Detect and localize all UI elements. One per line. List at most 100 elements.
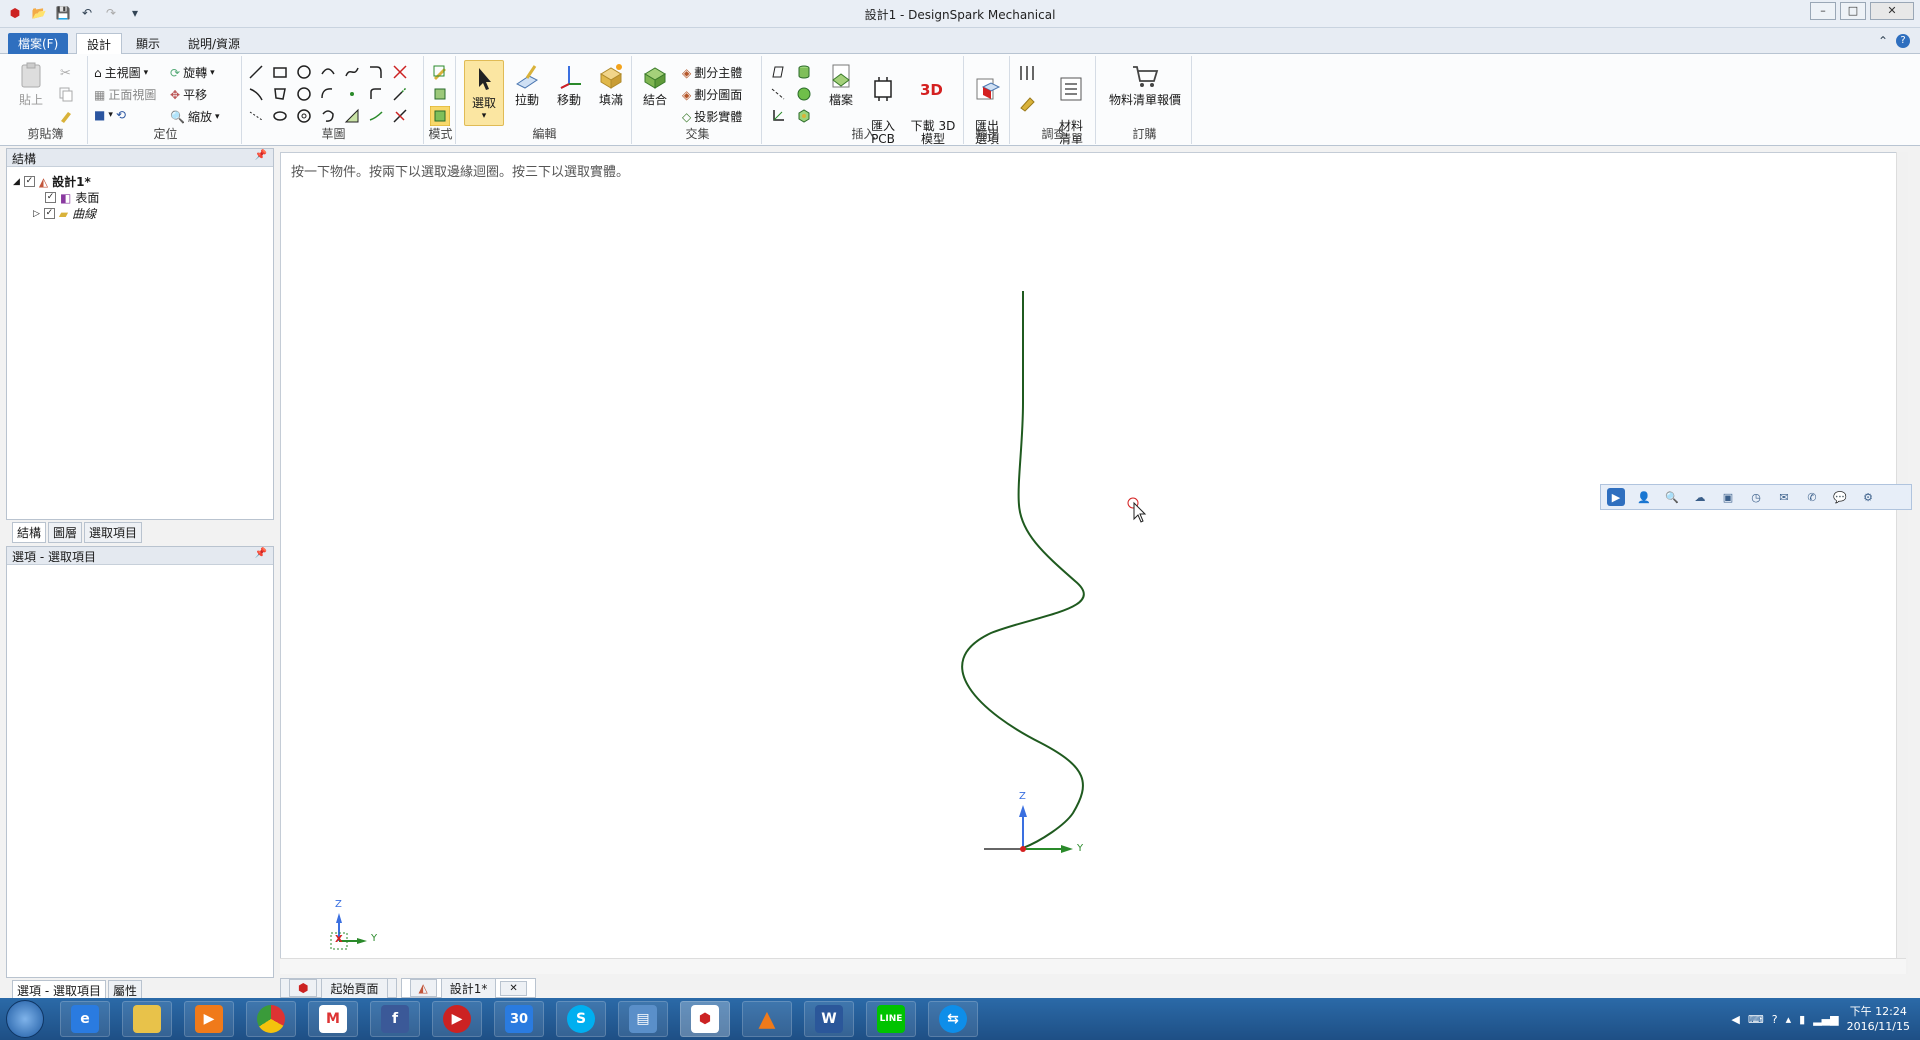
tangent-line-icon[interactable] — [248, 86, 264, 102]
minimize-icon[interactable]: – — [1810, 2, 1836, 20]
vertical-scrollbar[interactable] — [1896, 152, 1908, 974]
close-icon[interactable]: ✕ — [1870, 2, 1914, 20]
cut-icon[interactable]: ✂ — [58, 64, 74, 80]
taskbar-app-vlc[interactable]: ▲ — [742, 1001, 792, 1037]
expand-triangle-icon[interactable]: ▷ — [33, 209, 40, 219]
help-icon[interactable]: ? — [1896, 34, 1910, 48]
phone-icon[interactable]: ✆ — [1803, 488, 1821, 506]
tab-file[interactable]: 檔案(F) — [8, 33, 69, 54]
visibility-checkbox[interactable]: ✓ — [43, 208, 55, 219]
tree-item-curves[interactable]: ▷ ✓ ▰ 曲線 — [33, 205, 96, 222]
construction-line-icon[interactable] — [248, 108, 264, 124]
split-line-icon[interactable] — [392, 108, 408, 124]
doc-tab-design[interactable]: ◭ 設計1* ✕ — [400, 977, 536, 999]
maximize-icon[interactable]: □ — [1840, 2, 1866, 20]
tab-selection[interactable]: 選取項目 — [84, 522, 143, 543]
polygon-circle-icon[interactable] — [296, 108, 312, 124]
tree-item-design[interactable]: ◢ ✓ ◭ 設計1* — [13, 173, 91, 190]
tab-design[interactable]: 設計 — [76, 33, 123, 54]
3d-mode-icon[interactable] — [430, 106, 450, 126]
home-view-button[interactable]: ⌂ 主視圖 ▾ — [94, 64, 148, 81]
select-button[interactable]: 選取 ▾ — [464, 60, 504, 126]
tab-display[interactable]: 顯示 — [126, 33, 170, 54]
taskbar-app-facebook[interactable]: f — [370, 1001, 420, 1037]
offset-curve-icon[interactable] — [368, 86, 384, 102]
record-icon[interactable]: ▶ — [1607, 488, 1625, 506]
fillet-tool-icon[interactable] — [368, 64, 384, 80]
extend-curve-icon[interactable] — [392, 86, 408, 102]
taskbar-app-skype[interactable]: S — [556, 1001, 606, 1037]
three-point-arc-icon[interactable] — [320, 86, 336, 102]
view-cube-button[interactable]: ■ ▾ ⟲ — [94, 108, 126, 122]
fill-button[interactable]: 填滿 — [592, 62, 630, 107]
cloud-icon[interactable]: ☁ — [1691, 488, 1709, 506]
bom-quote-button[interactable]: 物料清單報價 — [1104, 62, 1186, 107]
speaker-icon[interactable]: ◀ — [1731, 1013, 1739, 1026]
arc-tool-icon[interactable] — [320, 64, 336, 80]
taskbar-app-teamviewer[interactable]: ⇆ — [928, 1001, 978, 1037]
collapse-ribbon-icon[interactable]: ⌃ — [1878, 34, 1888, 48]
line-tool-icon[interactable] — [248, 64, 264, 80]
mail-icon[interactable]: ✉ — [1775, 488, 1793, 506]
sphere-icon[interactable] — [796, 86, 812, 102]
visibility-checkbox[interactable]: ✓ — [23, 176, 35, 187]
spin-button[interactable]: ⟳ 旋轉 ▾ — [170, 64, 215, 81]
taskbar-app-designspark[interactable]: ⬢ — [680, 1001, 730, 1037]
network-status-icon[interactable]: ▮ — [1799, 1013, 1805, 1026]
user-icon[interactable]: 👤 — [1635, 488, 1653, 506]
pull-button[interactable]: 拉動 — [508, 62, 546, 107]
sketch-mode-icon[interactable] — [432, 64, 448, 80]
split-face-button[interactable]: ◈ 劃分圖面 — [682, 86, 742, 103]
search-icon[interactable]: 🔍 — [1663, 488, 1681, 506]
pin-icon[interactable]: 📌 — [255, 150, 267, 161]
origin-point[interactable] — [1020, 846, 1026, 852]
trim-tool-icon[interactable] — [392, 64, 408, 80]
taskbar-app-network[interactable]: ▤ — [618, 1001, 668, 1037]
keyboard-icon[interactable]: ⌨ — [1748, 1013, 1764, 1026]
close-icon[interactable]: ✕ — [500, 980, 527, 996]
visibility-checkbox[interactable]: ✓ — [45, 192, 56, 203]
clock-icon[interactable]: ◷ — [1747, 488, 1765, 506]
tab-layers[interactable]: 圖層 — [48, 522, 83, 543]
show-hidden-icon[interactable]: ▴ — [1786, 1013, 1792, 1026]
tree-item-surface[interactable]: ✓ ◧ 表面 — [45, 189, 99, 206]
polygon-tool-icon[interactable] — [272, 86, 288, 102]
copy-icon[interactable] — [58, 86, 74, 102]
section-mode-icon[interactable] — [432, 86, 448, 102]
system-clock[interactable]: 下午 12:24 2016/11/15 — [1847, 1004, 1910, 1034]
help-tray-icon[interactable]: ? — [1772, 1013, 1778, 1026]
taskbar-app-video-player[interactable]: ▶ — [432, 1001, 482, 1037]
taskbar-app-chrome[interactable] — [246, 1001, 296, 1037]
project-body-button[interactable]: ◇ 投影實體 — [682, 108, 742, 125]
paste-button[interactable]: 貼上 — [12, 62, 50, 107]
design-canvas[interactable]: 按一下物件。按兩下以選取邊緣迴圈。按三下以選取實體。 Z Y Z Y X — [280, 152, 1906, 974]
zoom-button[interactable]: 🔍 縮放 ▾ — [170, 108, 220, 125]
signal-icon[interactable]: ▂▄▆ — [1813, 1013, 1838, 1026]
front-view-button[interactable]: ▦ 正面視圖 — [94, 86, 156, 103]
spline-curve[interactable] — [961, 290, 1085, 849]
taskbar-app-media-player[interactable]: ▶ — [184, 1001, 234, 1037]
doc-tab-start-page[interactable]: ⬢ 起始頁面 — [280, 977, 397, 999]
split-body-button[interactable]: ◈ 劃分主體 — [682, 64, 742, 81]
ellipse-tool-icon[interactable] — [272, 108, 288, 124]
taskbar-app-explorer[interactable] — [122, 1001, 172, 1037]
format-painter-icon[interactable] — [58, 108, 74, 124]
pan-button[interactable]: ✥ 平移 — [170, 86, 207, 103]
taskbar-app-gmail[interactable]: M — [308, 1001, 358, 1037]
properties-icon[interactable] — [1018, 94, 1038, 112]
combine-button[interactable]: 結合 — [636, 62, 674, 107]
taskbar-app-line[interactable]: LINE — [866, 1001, 916, 1037]
taskbar-app-word[interactable]: W — [804, 1001, 854, 1037]
insert-file-button[interactable]: 檔案 — [822, 62, 860, 107]
measure-icon[interactable] — [1018, 64, 1038, 82]
start-button[interactable] — [6, 1000, 44, 1038]
spline-tool-icon[interactable] — [344, 64, 360, 80]
tab-help[interactable]: 說明/資源 — [178, 33, 250, 54]
chat-icon[interactable]: 💬 — [1831, 488, 1849, 506]
horizontal-scrollbar[interactable] — [280, 958, 1906, 974]
bend-curve-icon[interactable] — [368, 108, 384, 124]
pin-icon[interactable]: 📌 — [255, 548, 267, 559]
taskbar-app-calendar[interactable]: 30 — [494, 1001, 544, 1037]
cylinder-icon[interactable] — [796, 64, 812, 80]
screenshot-icon[interactable]: ▣ — [1719, 488, 1737, 506]
